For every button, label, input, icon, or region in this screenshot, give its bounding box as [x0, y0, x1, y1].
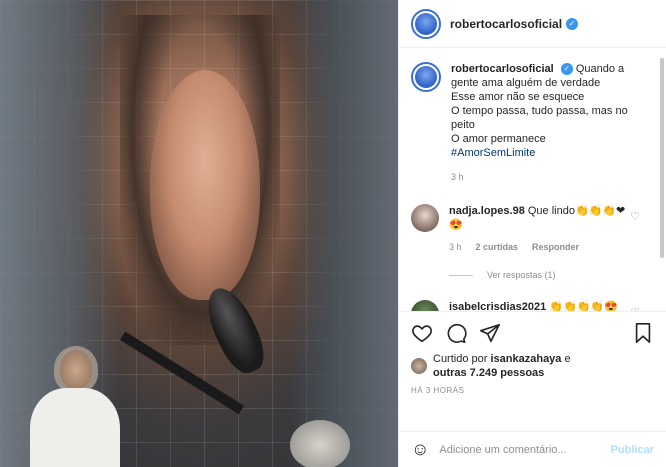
view-replies-button[interactable]: Ver respostas (1) — [449, 270, 654, 280]
caption-time: 3 h — [451, 172, 464, 182]
comment-time: 3 h — [449, 242, 462, 252]
post-timestamp[interactable]: HÁ 3 HORAS — [411, 386, 654, 395]
comment-username[interactable]: isabelcrisdias2021 — [449, 301, 546, 311]
image-right-edge — [288, 0, 398, 467]
post-modal: robertocarlosoficial ✓ robertocarlosofic… — [0, 0, 666, 467]
post-header: robertocarlosoficial ✓ — [399, 0, 666, 48]
bookmark-icon[interactable] — [632, 322, 654, 344]
comment-likes[interactable]: 2 curtidas — [476, 240, 519, 254]
likes-count[interactable]: outras 7.249 pessoas — [433, 367, 544, 379]
caption-line-4: O amor permanece — [451, 133, 546, 145]
header-username[interactable]: robertocarlosoficial — [450, 17, 562, 31]
scrollbar[interactable] — [660, 58, 664, 258]
avatar[interactable] — [411, 358, 427, 374]
drum — [290, 420, 350, 467]
singer-figure — [10, 346, 120, 467]
emoji-icon[interactable]: ☺ — [411, 439, 429, 460]
avatar[interactable] — [411, 8, 441, 39]
post-side-panel: robertocarlosoficial ✓ robertocarlosofic… — [398, 0, 666, 467]
caption-line-2: Esse amor não se esquece — [451, 91, 585, 103]
reply-button[interactable]: Responder — [532, 240, 579, 254]
heart-icon[interactable]: ♡ — [630, 210, 640, 223]
verified-icon: ✓ — [566, 17, 579, 30]
add-comment-bar: ☺ Publicar — [399, 431, 666, 467]
comment-item: nadja.lopes.98 Que lindo👏👏👏❤😍 3 h 2 curt… — [411, 204, 654, 254]
screen-face — [150, 70, 260, 300]
post-actions: Curtido por isankazahaya e outras 7.249 … — [399, 311, 666, 431]
caption-avatar[interactable] — [411, 62, 441, 92]
hashtag-link[interactable]: #AmorSemLimite — [451, 147, 535, 159]
heart-icon[interactable] — [411, 322, 433, 344]
likes-summary: Curtido por isankazahaya e outras 7.249 … — [411, 352, 654, 380]
comment-item: isabelcrisdias2021 👏👏👏👏😍😍😍😍😍😍 ♡ — [411, 300, 654, 311]
post-image[interactable] — [0, 0, 398, 467]
heart-icon[interactable]: ♡ — [630, 306, 640, 311]
liked-by-user[interactable]: isankazahaya — [490, 353, 561, 365]
comment-username[interactable]: nadja.lopes.98 — [449, 205, 525, 217]
publish-button[interactable]: Publicar — [611, 444, 654, 456]
caption-username[interactable]: robertocarlosoficial — [451, 63, 554, 75]
avatar[interactable] — [411, 204, 439, 232]
caption-line-3: O tempo passa, tudo passa, mas no peito — [451, 105, 628, 131]
verified-icon: ✓ — [560, 63, 573, 76]
share-icon[interactable] — [479, 322, 501, 344]
comment-input[interactable] — [439, 443, 611, 456]
comment-icon[interactable] — [445, 322, 467, 344]
caption: robertocarlosoficial ✓ Quando a gente am… — [411, 62, 654, 184]
comments-list[interactable]: robertocarlosoficial ✓ Quando a gente am… — [399, 48, 666, 311]
avatar[interactable] — [411, 300, 439, 311]
